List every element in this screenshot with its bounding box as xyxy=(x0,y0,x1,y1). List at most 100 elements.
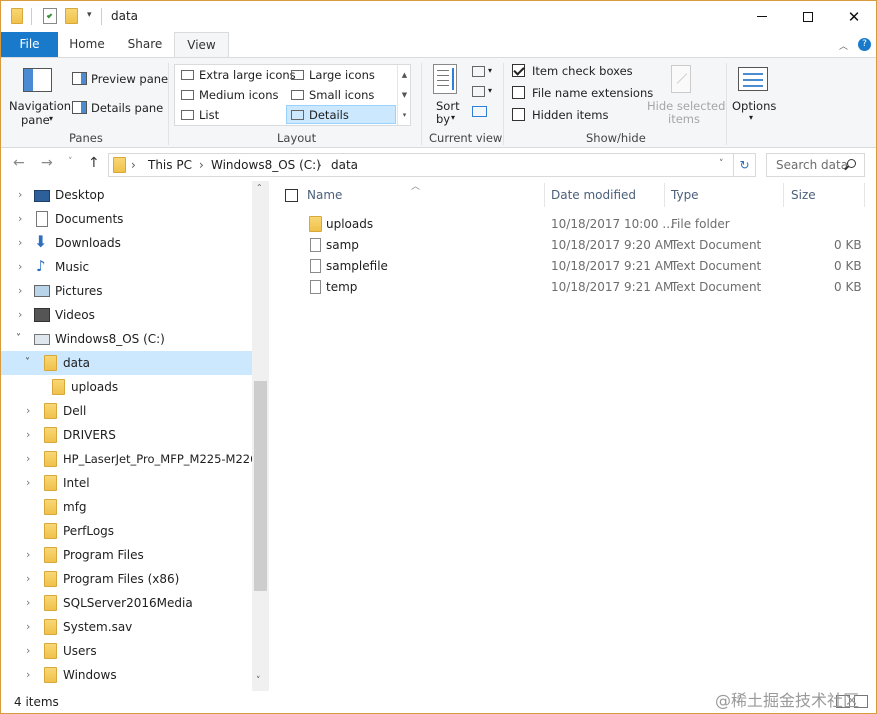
details-pane-button[interactable]: Details pane xyxy=(91,101,163,115)
tree-item-videos[interactable]: › Videos xyxy=(1,303,252,327)
layout-details[interactable]: Details xyxy=(286,105,396,124)
tree-scrollbar[interactable]: ⌃ ˅ xyxy=(252,181,269,691)
table-row[interactable]: samp 10/18/2017 9:20 AM Text Document 0 … xyxy=(271,235,871,256)
column-header-date[interactable]: Date modified xyxy=(551,188,636,202)
refresh-icon[interactable]: ↻ xyxy=(733,154,755,176)
tree-item-perflogs[interactable]: PerfLogs xyxy=(1,519,252,543)
layout-large-icons[interactable]: Large icons xyxy=(287,66,375,85)
column-header-size[interactable]: Size xyxy=(791,188,816,202)
chevron-down-icon[interactable]: ˅ xyxy=(25,357,30,368)
navigation-pane-label[interactable]: Navigation xyxy=(9,99,71,113)
tree-item-program-files-x86[interactable]: › Program Files (x86) xyxy=(1,567,252,591)
options-dropdown-icon[interactable]: ▾ xyxy=(749,113,753,122)
tab-home[interactable]: Home xyxy=(61,32,113,58)
breadcrumb-this-pc[interactable]: This PC xyxy=(148,158,192,172)
tree-item-data[interactable]: ˅ data xyxy=(1,351,252,375)
options-icon[interactable] xyxy=(738,67,768,91)
tree-item-drive[interactable]: ˅ Windows8_OS (C:) xyxy=(1,327,252,351)
layout-list[interactable]: List xyxy=(177,106,219,125)
tree-item-documents[interactable]: › Documents xyxy=(1,207,252,231)
chevron-right-icon[interactable]: › xyxy=(18,236,22,249)
chevron-right-icon[interactable]: › xyxy=(26,644,30,657)
chevron-right-icon[interactable]: › xyxy=(26,596,30,609)
help-icon[interactable]: ? xyxy=(858,38,871,51)
sort-by-icon[interactable] xyxy=(433,64,457,94)
tree-item-drivers[interactable]: › DRIVERS xyxy=(1,423,252,447)
hidden-items-checkbox[interactable] xyxy=(512,108,525,121)
chevron-right-icon[interactable]: › xyxy=(26,620,30,633)
breadcrumb-separator-icon[interactable]: › xyxy=(131,158,136,172)
details-pane-icon[interactable] xyxy=(72,101,87,114)
customize-toolbar-icon[interactable]: ▾ xyxy=(87,10,92,20)
breadcrumb-drive[interactable]: Windows8_OS (C:) xyxy=(211,158,321,172)
item-check-boxes-checkbox[interactable] xyxy=(512,64,525,77)
column-header-type[interactable]: Type xyxy=(671,188,699,202)
item-check-boxes-label[interactable]: Item check boxes xyxy=(532,64,633,78)
back-arrow-icon[interactable]: ← xyxy=(13,155,25,171)
scroll-down-icon[interactable]: ˅ xyxy=(256,676,261,686)
chevron-right-icon[interactable]: › xyxy=(26,428,30,441)
address-bar[interactable]: › This PC › Windows8_OS (C:) › data ˅ ↻ xyxy=(108,153,756,177)
chevron-right-icon[interactable]: › xyxy=(26,668,30,681)
tab-view[interactable]: View xyxy=(174,32,229,58)
options-button[interactable]: Options xyxy=(732,99,776,113)
tree-item-desktop[interactable]: › Desktop xyxy=(1,183,252,207)
chevron-right-icon[interactable]: › xyxy=(26,476,30,489)
layout-small-icons[interactable]: Small icons xyxy=(287,86,374,105)
layout-scroll[interactable]: ▲ ▼ ▾ xyxy=(397,65,411,125)
chevron-right-icon[interactable]: › xyxy=(26,452,30,465)
breadcrumb-separator-icon[interactable]: › xyxy=(199,158,204,172)
tree-item-pictures[interactable]: › Pictures xyxy=(1,279,252,303)
tree-item-system-sav[interactable]: › System.sav xyxy=(1,615,252,639)
tree-item-intel[interactable]: › Intel xyxy=(1,471,252,495)
tree-item-mfg[interactable]: mfg xyxy=(1,495,252,519)
group-by-dropdown-icon[interactable]: ▾ xyxy=(488,66,492,75)
sort-by-label[interactable]: Sort xyxy=(436,99,460,113)
chevron-right-icon[interactable]: › xyxy=(18,308,22,321)
tree-item-hp[interactable]: › HP_LaserJet_Pro_MFP_M225-M226 xyxy=(1,447,257,471)
group-by-icon[interactable] xyxy=(472,66,485,77)
select-all-checkbox[interactable] xyxy=(285,189,298,202)
tree-item-dell[interactable]: › Dell xyxy=(1,399,252,423)
size-columns-icon[interactable] xyxy=(472,106,487,117)
hidden-items-label[interactable]: Hidden items xyxy=(532,108,608,122)
scrollbar-thumb[interactable] xyxy=(254,381,267,591)
tree-item-users[interactable]: › Users xyxy=(1,639,252,663)
minimize-button[interactable] xyxy=(739,1,785,32)
chevron-right-icon[interactable]: › xyxy=(18,260,22,273)
breadcrumb-data[interactable]: data xyxy=(331,158,358,172)
tree-item-music[interactable]: › ♪ Music xyxy=(1,255,252,279)
forward-arrow-icon[interactable]: → xyxy=(41,155,53,171)
new-folder-icon[interactable] xyxy=(65,8,78,24)
maximize-button[interactable] xyxy=(785,1,831,32)
properties-icon[interactable] xyxy=(43,8,57,24)
tab-file[interactable]: File xyxy=(1,32,58,58)
search-input[interactable]: Search data xyxy=(766,153,865,177)
column-header-name[interactable]: Name xyxy=(307,188,342,202)
layout-extra-large-icons[interactable]: Extra large icons xyxy=(177,66,296,85)
tab-share[interactable]: Share xyxy=(119,32,171,58)
layout-medium-icons[interactable]: Medium icons xyxy=(177,86,278,105)
chevron-right-icon[interactable]: › xyxy=(26,404,30,417)
add-columns-dropdown-icon[interactable]: ▾ xyxy=(488,86,492,95)
chevron-right-icon[interactable]: › xyxy=(26,548,30,561)
preview-pane-icon[interactable] xyxy=(72,72,87,85)
chevron-right-icon[interactable]: › xyxy=(26,572,30,585)
navigation-pane-dropdown-icon[interactable]: ▾ xyxy=(49,114,53,123)
chevron-down-icon[interactable]: ˅ xyxy=(16,333,21,344)
navigation-pane-label-2[interactable]: pane xyxy=(21,113,50,127)
chevron-right-icon[interactable]: › xyxy=(18,188,22,201)
address-history-icon[interactable]: ˅ xyxy=(719,159,724,169)
chevron-right-icon[interactable]: › xyxy=(18,212,22,225)
up-arrow-icon[interactable]: ↑ xyxy=(88,155,100,171)
tree-item-windows[interactable]: › Windows xyxy=(1,663,252,687)
minimize-ribbon-icon[interactable]: ︿ xyxy=(839,39,848,52)
add-columns-icon[interactable] xyxy=(472,86,485,97)
navigation-pane-icon[interactable] xyxy=(23,68,52,92)
breadcrumb-separator-icon[interactable]: › xyxy=(317,158,322,172)
table-row[interactable]: uploads 10/18/2017 10:00 ... File folder xyxy=(271,214,871,235)
tree-item-program-files[interactable]: › Program Files xyxy=(1,543,252,567)
close-button[interactable]: ✕ xyxy=(831,1,876,32)
sort-by-label-2[interactable]: by xyxy=(436,112,450,126)
tree-item-uploads[interactable]: uploads xyxy=(1,375,252,399)
